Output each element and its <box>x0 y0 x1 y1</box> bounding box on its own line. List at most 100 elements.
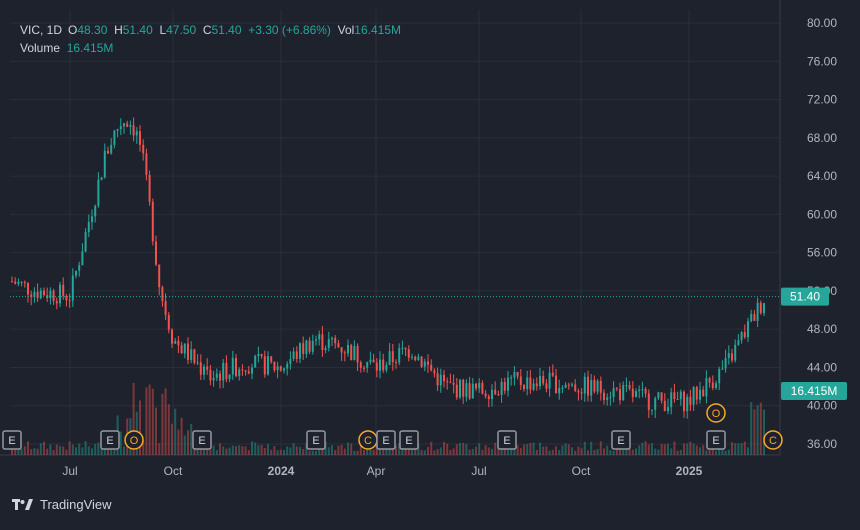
volume-bar <box>145 387 148 455</box>
candle-body <box>423 361 426 367</box>
candle-body <box>331 338 333 340</box>
volume-bar <box>443 441 445 455</box>
candle-body <box>558 387 561 394</box>
volume-bar <box>308 450 311 455</box>
candle-body <box>158 264 161 288</box>
other-event-marker[interactable]: O <box>706 403 726 423</box>
other-event-marker[interactable]: C <box>763 430 783 450</box>
candle-body <box>727 353 730 359</box>
high-value: 51.40 <box>122 23 153 37</box>
earnings-event-marker[interactable]: E <box>376 430 396 450</box>
candle-body <box>52 290 55 302</box>
candle-body <box>478 382 481 389</box>
candle-body <box>548 372 551 389</box>
volume-bar <box>641 442 644 455</box>
volume-bar <box>449 450 452 455</box>
earnings-event-marker[interactable]: E <box>306 430 326 450</box>
candle-body <box>551 372 554 376</box>
volume-bar <box>36 448 39 455</box>
volume-bar <box>555 446 557 455</box>
candle-body <box>583 376 586 394</box>
candle-body <box>481 382 484 394</box>
candle-body <box>219 373 221 381</box>
volume-bar <box>638 445 641 455</box>
candle-body <box>215 373 218 378</box>
volume-bar <box>516 445 519 455</box>
volume-bar <box>155 407 157 455</box>
volume-bar <box>612 450 615 455</box>
other-event-marker[interactable]: O <box>124 430 144 450</box>
earnings-event-marker[interactable]: E <box>2 430 22 450</box>
candle-body <box>315 339 317 341</box>
volume-bar <box>299 446 301 455</box>
x-tick-label: Oct <box>164 464 183 478</box>
volume-bar <box>599 441 602 455</box>
candle-body <box>257 353 260 357</box>
y-tick-label: 48.00 <box>807 322 837 336</box>
y-tick-label: 36.00 <box>807 437 837 451</box>
candle-body <box>471 383 474 399</box>
candle-body <box>532 383 535 390</box>
candle-body <box>132 125 135 136</box>
volume-bar <box>273 446 276 455</box>
volume-bar <box>705 450 708 455</box>
chart-area[interactable]: EEOEECEEEEEOC 36.0040.0044.0048.0052.005… <box>0 0 860 525</box>
volume-bar <box>46 448 49 455</box>
volume-bar <box>583 441 586 455</box>
volume-bar <box>94 444 97 455</box>
volume-bar <box>667 443 669 455</box>
earnings-event-marker[interactable]: E <box>497 430 517 450</box>
volume-bar <box>647 444 650 455</box>
candle-body <box>455 384 458 398</box>
candle-body <box>113 130 116 145</box>
candle-body <box>363 367 365 369</box>
earnings-event-marker[interactable]: E <box>192 430 212 450</box>
volume-bar <box>750 402 753 455</box>
event-label: E <box>198 435 205 447</box>
candle-body <box>91 216 93 223</box>
candle-body <box>571 384 573 386</box>
candle-body <box>123 123 125 127</box>
candle-body <box>417 356 420 360</box>
volume-bar <box>247 450 250 455</box>
volume-bar <box>254 442 257 455</box>
candle-body <box>151 201 154 242</box>
other-event-marker[interactable]: C <box>358 430 378 450</box>
volume-bar <box>75 447 77 455</box>
volume-bar <box>241 446 244 455</box>
candle-body <box>535 383 538 387</box>
candle-body <box>503 382 506 391</box>
earnings-event-marker[interactable]: E <box>100 430 120 450</box>
tradingview-brand[interactable]: TradingView <box>12 497 112 512</box>
earnings-event-marker[interactable]: E <box>706 430 726 450</box>
volume-bar <box>558 450 561 455</box>
candle-body <box>689 396 692 405</box>
earnings-event-marker[interactable]: E <box>611 430 631 450</box>
volume-bar <box>545 446 548 455</box>
volume-bar <box>203 449 205 455</box>
candle-body <box>222 362 225 381</box>
volume-row: Volume 16.415M <box>20 39 401 57</box>
candle-body <box>302 343 305 354</box>
volume-bar <box>651 443 653 455</box>
event-label: E <box>382 435 389 447</box>
volume-bar <box>222 446 225 455</box>
volume-value: 16.415M <box>66 41 114 55</box>
volume-bar <box>574 450 577 455</box>
candle-body <box>27 282 29 295</box>
candle-body <box>529 377 532 390</box>
price-chart[interactable]: EEOEECEEEEEOC 36.0040.0044.0048.0052.005… <box>0 0 860 525</box>
volume-bar <box>420 450 423 455</box>
candle-body <box>526 377 529 390</box>
candle-body <box>23 281 26 283</box>
candle-body <box>436 373 439 386</box>
candle-body <box>673 392 676 399</box>
candle-body <box>199 362 202 375</box>
earnings-event-marker[interactable]: E <box>399 430 419 450</box>
volume-bar <box>561 445 564 455</box>
candle-body <box>561 387 564 389</box>
candle-body <box>750 314 753 322</box>
volume-label: Volume <box>20 41 61 55</box>
vol-label: Vol <box>337 23 355 37</box>
candle-body <box>753 314 756 321</box>
